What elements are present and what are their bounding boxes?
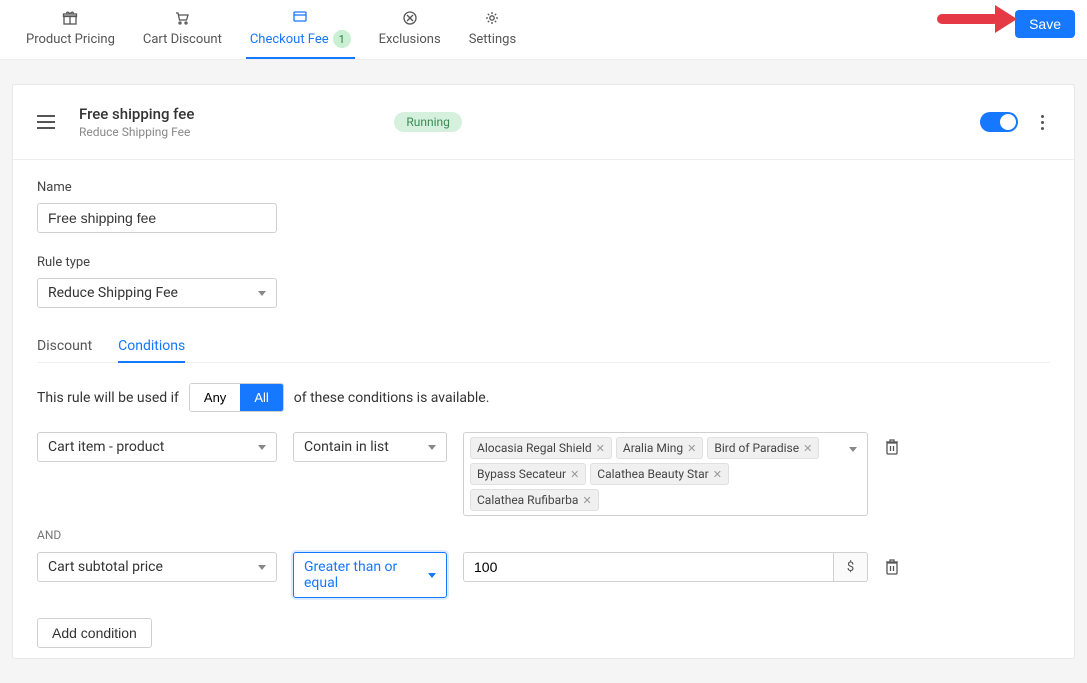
status-badge: Running — [394, 112, 462, 132]
tab-product-pricing[interactable]: Product Pricing — [12, 0, 129, 58]
condition-operator-value: Greater than or equal — [304, 559, 428, 591]
rule-subtitle: Reduce Shipping Fee — [79, 125, 194, 139]
field-name: Name — [37, 180, 1050, 233]
condition-operator-select[interactable]: Greater than or equal — [293, 552, 447, 598]
forbid-icon — [402, 10, 418, 26]
ruletype-label: Rule type — [37, 255, 1050, 270]
chevron-down-icon — [258, 445, 266, 450]
condition-operator-select[interactable]: Contain in list — [293, 432, 447, 462]
name-input[interactable] — [37, 203, 277, 233]
chevron-down-icon — [849, 447, 857, 452]
tab-checkout-fee[interactable]: Checkout Fee 1 — [236, 0, 365, 58]
seg-any[interactable]: Any — [190, 384, 240, 411]
condition-value-group: $ — [463, 552, 868, 582]
tag-item: Calathea Rufibarba✕ — [470, 489, 599, 511]
tab-label: Product Pricing — [26, 32, 115, 47]
tab-label-row: Checkout Fee 1 — [250, 30, 351, 48]
condition-tags-input[interactable]: Alocasia Regal Shield✕ Aralia Ming✕ Bird… — [463, 432, 868, 516]
callout-arrow — [925, 8, 1015, 48]
condition-operator-value: Contain in list — [304, 439, 389, 455]
chevron-down-icon — [428, 445, 436, 450]
more-menu-icon[interactable] — [1034, 115, 1050, 130]
delete-condition-icon[interactable] — [884, 558, 900, 576]
cart-icon — [174, 10, 190, 26]
tag-item: Alocasia Regal Shield✕ — [470, 437, 612, 459]
tab-badge: 1 — [333, 30, 351, 48]
tag-item: Calathea Beauty Star✕ — [590, 463, 729, 485]
tag-item: Aralia Ming✕ — [616, 437, 704, 459]
tag-item: Bypass Secateur✕ — [470, 463, 586, 485]
rule-header: Free shipping fee Reduce Shipping Fee Ru… — [13, 85, 1074, 160]
card-icon — [292, 8, 308, 24]
rule-card: Free shipping fee Reduce Shipping Fee Ru… — [12, 84, 1075, 659]
condition-join-and: AND — [37, 528, 1050, 542]
field-rule-type: Rule type Reduce Shipping Fee — [37, 255, 1050, 308]
condition-field-value: Cart subtotal price — [48, 559, 163, 575]
tab-label: Checkout Fee — [250, 32, 329, 47]
tab-cart-discount[interactable]: Cart Discount — [129, 0, 236, 58]
top-tabs-bar: Product Pricing Cart Discount Checkout F… — [0, 0, 1087, 60]
tag-remove-icon[interactable]: ✕ — [582, 494, 591, 507]
rule-enabled-toggle[interactable] — [980, 112, 1018, 132]
any-all-toggle: Any All — [189, 383, 284, 412]
tag-remove-icon[interactable]: ✕ — [687, 442, 696, 455]
condition-field-value: Cart item - product — [48, 439, 164, 455]
chevron-down-icon — [258, 565, 266, 570]
seg-all[interactable]: All — [240, 384, 282, 411]
tab-label: Exclusions — [379, 32, 441, 47]
tag-remove-icon[interactable]: ✕ — [713, 468, 722, 481]
chevron-down-icon — [258, 291, 266, 296]
rule-title-wrap: Free shipping fee Reduce Shipping Fee — [79, 105, 194, 139]
sentence-suffix: of these conditions is available. — [294, 390, 490, 406]
tab-settings[interactable]: Settings — [455, 0, 530, 58]
rule-body: Name Rule type Reduce Shipping Fee Disco… — [13, 160, 1074, 658]
sentence-prefix: This rule will be used if — [37, 390, 179, 406]
add-condition-button[interactable]: Add condition — [37, 618, 152, 648]
tag-item: Bird of Paradise✕ — [707, 437, 819, 459]
rule-title: Free shipping fee — [79, 105, 194, 123]
gear-icon — [484, 10, 500, 26]
name-label: Name — [37, 180, 1050, 195]
tag-remove-icon[interactable]: ✕ — [596, 442, 605, 455]
chevron-down-icon — [428, 573, 436, 578]
tab-exclusions[interactable]: Exclusions — [365, 0, 455, 58]
tab-label: Settings — [469, 32, 516, 47]
ruletype-value: Reduce Shipping Fee — [48, 285, 178, 301]
subtab-discount[interactable]: Discount — [37, 330, 92, 362]
subtab-conditions[interactable]: Conditions — [118, 330, 185, 362]
tab-label: Cart Discount — [143, 32, 222, 47]
condition-row: Cart subtotal price Greater than or equa… — [37, 552, 1050, 598]
tag-remove-icon[interactable]: ✕ — [803, 442, 812, 455]
gift-icon — [62, 10, 78, 26]
content-area: Free shipping fee Reduce Shipping Fee Ru… — [0, 60, 1087, 683]
ruletype-select[interactable]: Reduce Shipping Fee — [37, 278, 277, 308]
condition-value-input[interactable] — [463, 552, 833, 582]
tabs-container: Product Pricing Cart Discount Checkout F… — [12, 0, 530, 58]
condition-field-select[interactable]: Cart item - product — [37, 432, 277, 462]
condition-row: Cart item - product Contain in list Aloc… — [37, 432, 1050, 516]
condition-field-select[interactable]: Cart subtotal price — [37, 552, 277, 582]
currency-addon: $ — [833, 552, 868, 582]
save-button[interactable]: Save — [1015, 10, 1075, 38]
sub-tabs: Discount Conditions — [37, 330, 1050, 363]
condition-sentence: This rule will be used if Any All of the… — [37, 383, 1050, 412]
tag-remove-icon[interactable]: ✕ — [570, 468, 579, 481]
delete-condition-icon[interactable] — [884, 438, 900, 456]
drag-handle-icon[interactable] — [37, 115, 55, 129]
